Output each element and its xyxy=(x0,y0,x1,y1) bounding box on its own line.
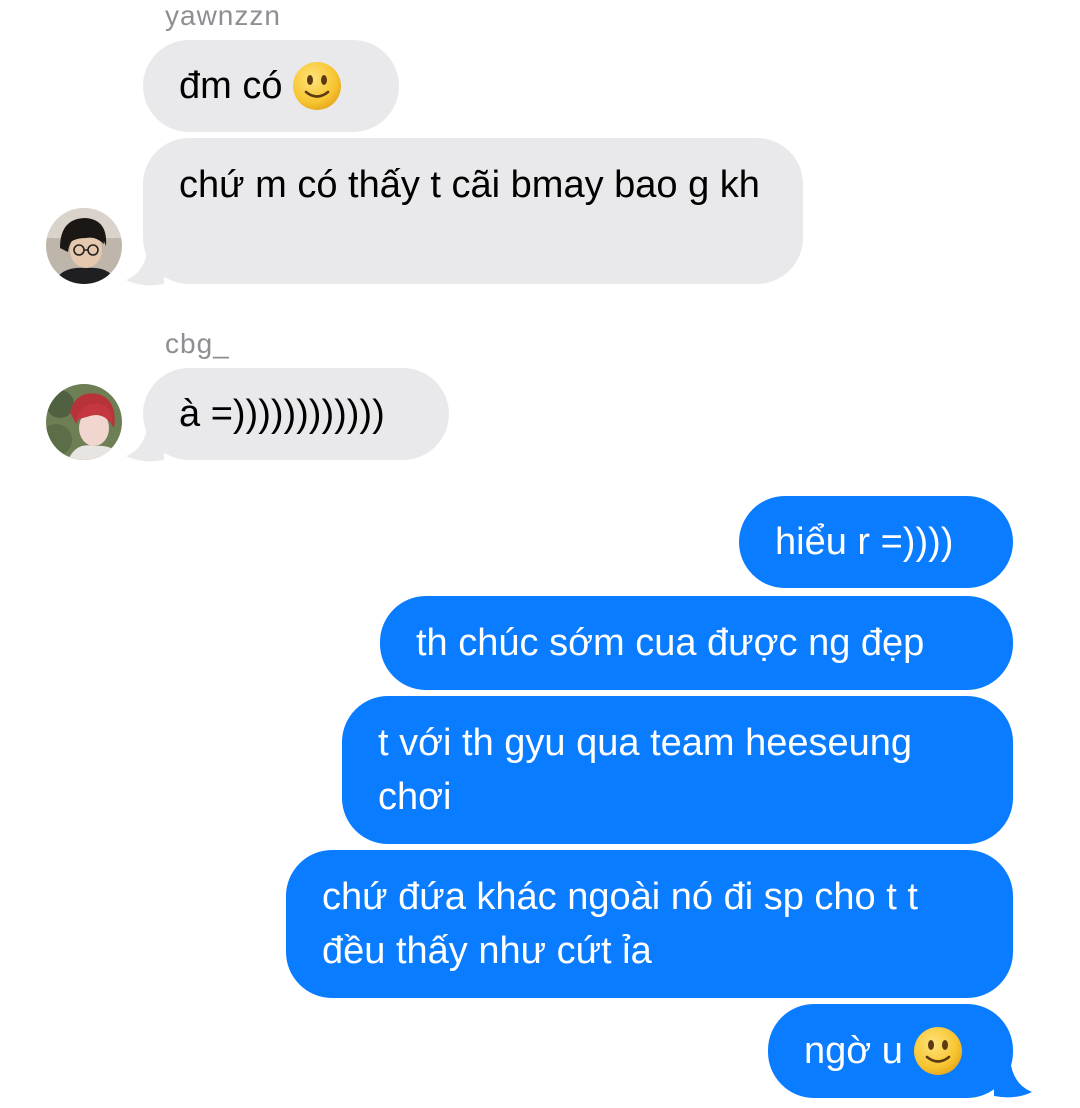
bubble-tail xyxy=(994,1058,1032,1098)
slightly-smiling-face-icon xyxy=(913,1027,962,1075)
message-text: th chúc sớm cua được ng đẹp xyxy=(416,622,925,664)
message-text: ngờ u xyxy=(804,1030,903,1072)
incoming-message[interactable]: đm có xyxy=(143,40,399,132)
outgoing-message[interactable]: t với th gyu qua team heeseung chơi xyxy=(342,696,1013,844)
avatar-person-red-hair-icon[interactable] xyxy=(46,384,122,460)
message-text: hiểu r =)))) xyxy=(775,521,954,563)
bubble-tail xyxy=(126,246,164,286)
sender-name-yawnzzn: yawnzzn xyxy=(165,0,281,31)
bubble-tail xyxy=(126,422,164,462)
outgoing-message[interactable]: chứ đứa khác ngoài nó đi sp cho t t đều … xyxy=(286,850,1013,998)
slightly-smiling-face-icon xyxy=(293,62,342,110)
message-text: chứ m có thấy t cãi bmay bao g kh xyxy=(179,164,760,206)
message-text: chứ đứa khác ngoài nó đi sp cho t t đều … xyxy=(322,876,918,972)
incoming-message[interactable]: à =)))))))))))) xyxy=(143,368,449,460)
incoming-message[interactable]: chứ m có thấy t cãi bmay bao g kh xyxy=(143,138,803,284)
outgoing-message[interactable]: ngờ u xyxy=(768,1004,1013,1098)
message-text: đm có xyxy=(179,65,283,107)
sender-name-cbg: cbg_ xyxy=(165,328,230,359)
outgoing-message[interactable]: th chúc sớm cua được ng đẹp xyxy=(380,596,1013,690)
avatar-person-glasses-icon[interactable] xyxy=(46,208,122,284)
message-text: t với th gyu qua team heeseung chơi xyxy=(378,722,913,818)
message-text: à =)))))))))))) xyxy=(179,393,385,435)
outgoing-message[interactable]: hiểu r =)))) xyxy=(739,496,1013,588)
